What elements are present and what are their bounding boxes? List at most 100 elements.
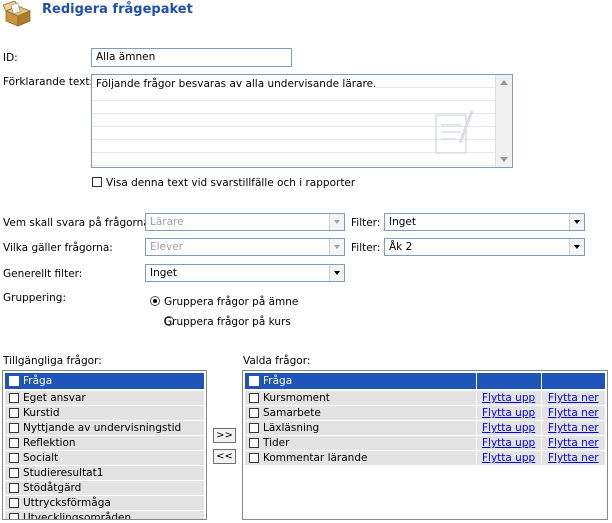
general-filter-value: Inget [150,267,177,279]
id-input[interactable]: Alla ämnen [91,48,292,67]
remove-selected-button[interactable]: << [213,449,236,464]
available-list[interactable]: Fråga Eget ansvar Kurstid Nyttjande av und… [2,370,207,520]
row-checkbox[interactable] [249,393,259,403]
row-checkbox[interactable] [249,438,259,448]
row-checkbox[interactable] [9,513,19,519]
available-label: Tillgängliga frågor: [3,355,102,367]
who-select[interactable]: Lärare [145,213,345,231]
list-item[interactable]: Studieresultat1 [5,466,204,481]
column-divider [541,406,542,420]
list-item-label: Socialt [23,452,59,464]
list-item[interactable]: Kurstid [5,406,204,421]
row-checkbox[interactable] [249,453,259,463]
list-item[interactable]: Reflektion [5,436,204,451]
description-scrollbar[interactable] [495,75,512,167]
column-divider [476,451,477,465]
row-checkbox[interactable] [9,483,19,493]
table-row[interactable]: Tider Flytta upp Flytta ner [245,436,605,451]
row-checkbox[interactable] [9,438,19,448]
list-item[interactable]: Stödåtgärd [5,481,204,496]
available-select-all-checkbox[interactable] [9,376,19,386]
column-divider [476,391,477,405]
column-divider [476,421,477,435]
available-header: Fråga [5,373,204,389]
applies-label: Vilka gäller frågorna: [3,242,113,254]
notepad-watermark-icon [432,107,478,157]
column-divider [476,406,477,420]
column-divider [476,373,477,389]
applies-filter-select[interactable]: Åk 2 [384,238,585,256]
move-down-link[interactable]: Flytta ner [548,407,599,419]
list-item[interactable]: Uttrycksförmåga [5,496,204,511]
move-down-link[interactable]: Flytta ner [548,452,599,464]
list-item-label: Studieresultat1 [23,467,104,479]
selected-header: Fråga [245,373,605,389]
grouping-label: Gruppering: [3,292,66,304]
list-item[interactable]: Eget ansvar [5,391,204,406]
selected-list[interactable]: Fråga Kursmoment Flytta upp Flytta ner Sama… [242,370,608,520]
list-item-label: Reflektion [23,437,76,449]
grouping-subject-radio[interactable] [150,296,160,306]
row-checkbox[interactable] [9,468,19,478]
show-text-checkbox[interactable] [92,177,102,187]
row-checkbox[interactable] [249,423,259,433]
add-selected-button[interactable]: >> [213,428,236,443]
table-row[interactable]: Läxläsning Flytta upp Flytta ner [245,421,605,436]
applies-filter-value: Åk 2 [389,241,413,253]
list-item-label: Stödåtgärd [23,482,82,494]
scroll-down-arrow-icon[interactable] [500,157,508,162]
description-textarea[interactable]: Följande frågor besvaras av alla undervi… [91,74,513,168]
chevron-down-icon [569,239,584,255]
who-select-value: Lärare [150,216,184,228]
chevron-down-icon [329,214,344,230]
row-checkbox[interactable] [9,408,19,418]
table-row[interactable]: Samarbete Flytta upp Flytta ner [245,406,605,421]
column-divider [541,436,542,450]
move-up-link[interactable]: Flytta upp [482,422,535,434]
row-checkbox[interactable] [9,453,19,463]
list-item-label: Nyttjande av undervisningstid [23,422,182,434]
column-divider [476,436,477,450]
who-filter-value: Inget [389,216,416,228]
column-divider [541,451,542,465]
table-row[interactable]: Kommentar lärande Flytta upp Flytta ner [245,451,605,466]
list-item[interactable]: Utvecklingsområden [5,511,204,520]
list-item-label: Utvecklingsområden [23,512,132,520]
move-down-link[interactable]: Flytta ner [548,392,599,404]
chevron-down-icon [569,214,584,230]
scroll-up-arrow-icon[interactable] [500,80,508,85]
selected-select-all-checkbox[interactable] [249,376,259,386]
move-down-link[interactable]: Flytta ner [548,422,599,434]
general-filter-select[interactable]: Inget [145,264,345,282]
list-item-label: Eget ansvar [23,392,86,404]
list-item[interactable]: Socialt [5,451,204,466]
move-up-link[interactable]: Flytta upp [482,407,535,419]
table-row-label: Läxläsning [263,422,320,434]
id-label: ID: [3,52,18,64]
row-checkbox[interactable] [249,408,259,418]
description-text: Följande frågor besvaras av alla undervi… [96,78,377,90]
grouping-subject-label: Gruppera frågor på ämne [164,296,299,308]
page-title: Redigera frågepaket [42,2,193,17]
move-up-link[interactable]: Flytta upp [482,452,535,464]
row-checkbox[interactable] [9,423,19,433]
selected-header-label: Fråga [263,375,293,387]
applies-select[interactable]: Elever [145,238,345,256]
chevron-down-icon [329,265,344,281]
chevron-down-icon [329,239,344,255]
table-row-label: Tider [263,437,290,449]
row-checkbox[interactable] [9,498,19,508]
move-up-link[interactable]: Flytta upp [482,392,535,404]
row-checkbox[interactable] [9,393,19,403]
move-down-link[interactable]: Flytta ner [548,437,599,449]
list-item-label: Uttrycksförmåga [23,497,111,509]
who-label: Vem skall svara på frågorna: [3,217,154,229]
table-row[interactable]: Kursmoment Flytta upp Flytta ner [245,391,605,406]
list-item-label: Kurstid [23,407,60,419]
list-item[interactable]: Nyttjande av undervisningstid [5,421,204,436]
move-up-link[interactable]: Flytta upp [482,437,535,449]
package-icon [2,0,33,27]
available-header-label: Fråga [23,375,53,387]
who-filter-select[interactable]: Inget [384,213,585,231]
description-label: Förklarande text: [3,76,93,88]
